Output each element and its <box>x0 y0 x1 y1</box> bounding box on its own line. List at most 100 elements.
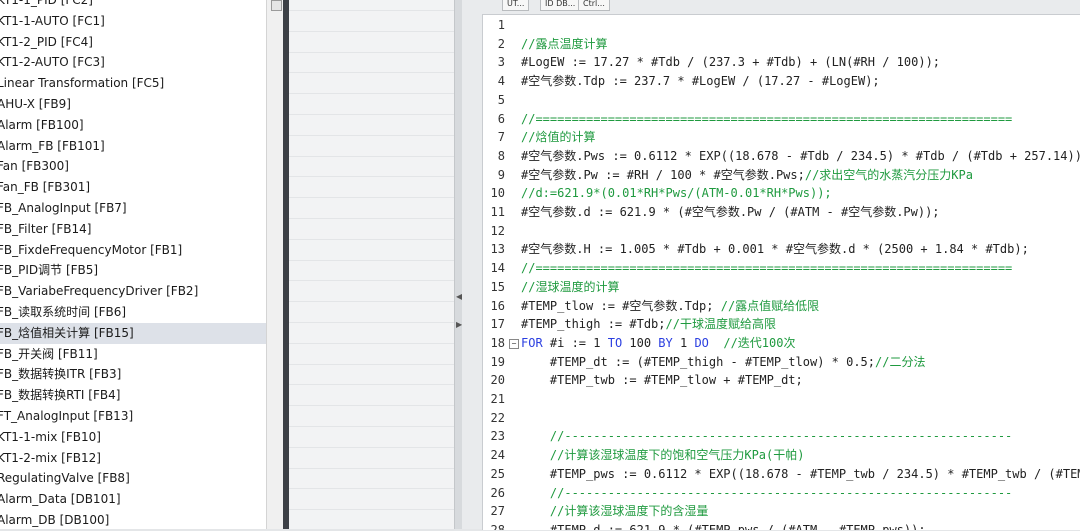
editor-tab[interactable]: UT... <box>502 0 530 11</box>
code-statement: #空气参数.d := 621.9 * (#空气参数.Pw / (#ATM - #… <box>521 205 940 219</box>
code-text: #TEMP_tlow := #空气参数.Tdp; //露点值赋给低限 <box>521 297 819 316</box>
code-comment: //--------------------------------------… <box>521 429 1013 444</box>
code-editor[interactable]: 1 2//露点温度计算 3 #LogEW := 17.27 * #Tdb / (237… <box>482 14 1080 530</box>
tree-item[interactable]: Fan [FB300] <box>0 156 266 177</box>
line-number: 15 <box>490 279 505 294</box>
line-number: 5 <box>497 92 505 107</box>
line-number: 7 <box>497 130 505 145</box>
code-text: #空气参数.H := 1.005 * #Tdb + 0.001 * #空气参数.… <box>521 240 1029 259</box>
code-comment: //焓值的计算 <box>521 130 596 145</box>
code-keyword: BY <box>658 335 673 350</box>
code-text: //d:=621.9*(0.01*RH*Pws/(ATM-0.01*RH*Pws… <box>521 184 832 203</box>
code-text: //======================================… <box>521 259 1012 278</box>
code-statement: #空气参数.Tdp := 237.7 * #LogEW / (17.27 - #… <box>521 74 880 89</box>
scroll-thumb[interactable] <box>271 0 282 11</box>
tree-item[interactable]: KT1-2-AUTO [FC3] <box>0 52 266 73</box>
tree-scrollbar[interactable] <box>266 0 284 529</box>
code-comment: //计算该湿球温度下的饱和空气压力KPa(干帕) <box>521 448 805 463</box>
line-number: 18 <box>490 335 505 350</box>
tree-item[interactable]: RegulatingValve [FB8] <box>0 468 266 489</box>
line-number: 25 <box>490 466 505 481</box>
code-text: //计算该湿球温度下的饱和空气压力KPa(干帕) <box>521 446 805 465</box>
editor-tab[interactable]: ID DB... <box>540 0 581 11</box>
line-number: 3 <box>497 55 505 70</box>
tree-item[interactable]: Fan_FB [FB301] <box>0 177 266 198</box>
code-statement: #LogEW := 17.27 * #Tdb / (237.3 + #Tdb) … <box>521 55 941 70</box>
tree-item[interactable]: FB_开关阀 [FB11] <box>0 344 266 365</box>
line-number: 2 <box>497 36 505 51</box>
code-text: #TEMP_thigh := #Tdb;//干球温度赋给高限 <box>521 315 776 334</box>
code-comment: //二分法 <box>875 354 926 369</box>
line-number: 6 <box>497 111 505 126</box>
line-number: 8 <box>497 148 505 163</box>
code-comment: //干球温度赋给高限 <box>665 317 776 332</box>
code-text: //焓值的计算 <box>521 128 595 147</box>
code-statement: #空气参数.Pw := #RH / 100 * #空气参数.Pws; <box>521 167 805 182</box>
code-statement: 1 <box>672 335 695 350</box>
code-text: #TEMP_pws := 0.6112 * EXP((18.678 - #TEM… <box>521 465 1080 484</box>
code-text: #空气参数.Tdp := 237.7 * #LogEW / (17.27 - #… <box>521 72 880 91</box>
tree-item[interactable]: Linear Transformation [FC5] <box>0 73 266 94</box>
code-text: //--------------------------------------… <box>521 484 1012 503</box>
code-statement: #TEMP_tlow := #空气参数.Tdp; <box>521 298 721 313</box>
code-text: //湿球温度的计算 <box>521 278 619 297</box>
tree-item[interactable]: FB_读取系统时间 [FB6] <box>0 302 266 323</box>
code-text: #LogEW := 17.27 * #Tdb / (237.3 + #Tdb) … <box>521 53 940 72</box>
code-text: #TEMP_twb := #TEMP_tlow + #TEMP_dt; <box>521 371 803 390</box>
project-tree: KT1-1_PID [FC2] KT1-1-AUTO [FC1] KT1-2_PID… <box>0 0 266 529</box>
line-number: 20 <box>490 373 505 388</box>
tree-item[interactable]: FB_AnalogInput [FB7] <box>0 198 266 219</box>
code-comment: //露点温度计算 <box>521 36 608 51</box>
tree-item[interactable]: AHU-X [FB9] <box>0 94 266 115</box>
tree-item[interactable]: FB_焓值相关计算 [FB15] <box>0 322 266 344</box>
line-number: 13 <box>490 242 505 257</box>
tree-item[interactable]: FB_FixdeFrequencyMotor [FB1] <box>0 240 266 261</box>
tree-item[interactable]: FB_PID调节 [FB5] <box>0 260 266 281</box>
tree-item[interactable]: FB_数据转换ITR [FB3] <box>0 364 266 385</box>
tree-item[interactable]: Alarm [FB100] <box>0 115 266 136</box>
code-text: //--------------------------------------… <box>521 427 1012 446</box>
tree-item[interactable]: FB_Filter [FB14] <box>0 219 266 240</box>
line-number: 21 <box>490 392 505 406</box>
code-text: //======================================… <box>521 110 1012 129</box>
tree-item[interactable]: Alarm_DB [DB100] <box>0 510 266 529</box>
code-comment: //======================================… <box>521 111 1013 126</box>
code-comment: //迭代100次 <box>708 335 796 350</box>
code-text: #空气参数.d := 621.9 * (#空气参数.Pw / (#ATM - #… <box>521 203 940 222</box>
code-text: #空气参数.Pws := 0.6112 * EXP((18.678 - #Tdb… <box>521 147 1080 166</box>
detail-panel <box>289 0 454 531</box>
line-number: 17 <box>490 317 505 332</box>
fold-toggle-icon[interactable]: − <box>509 338 519 349</box>
code-comment: //======================================… <box>521 261 1013 276</box>
tree-item[interactable]: FB_VariabeFrequencyDriver [FB2] <box>0 281 266 302</box>
line-number: 14 <box>490 261 505 276</box>
line-number: 27 <box>490 504 505 519</box>
line-number: 1 <box>497 18 505 32</box>
line-number: 9 <box>497 167 505 182</box>
tree-item[interactable]: Alarm_Data [DB101] <box>0 489 266 510</box>
tree-item[interactable]: FT_AnalogInput [FB13] <box>0 406 266 427</box>
code-text: //计算该湿球温度下的含湿量 <box>521 502 708 521</box>
line-number: 26 <box>490 485 505 500</box>
code-statement: #TEMP_dt := (#TEMP_thigh - #TEMP_tlow) *… <box>521 354 876 369</box>
code-text: #空气参数.Pw := #RH / 100 * #空气参数.Pws;//求出空气… <box>521 166 973 185</box>
editor-tab[interactable]: Ctrl... <box>578 0 610 11</box>
code-comment: //计算该湿球温度下的含湿量 <box>521 504 709 519</box>
code-statement: #空气参数.H := 1.005 * #Tdb + 0.001 * #空气参数.… <box>521 242 1029 257</box>
line-number: 11 <box>490 205 505 219</box>
line-number: 12 <box>490 223 505 238</box>
line-number: 22 <box>490 410 505 425</box>
tree-item[interactable]: KT1-1_PID [FC2] <box>0 0 266 11</box>
tree-item[interactable]: FB_数据转换RTI [FB4] <box>0 385 266 406</box>
code-statement: #i := 1 <box>542 335 608 350</box>
tree-item[interactable]: KT1-1-AUTO [FC1] <box>0 11 266 32</box>
code-text: //露点温度计算 <box>521 35 607 54</box>
tree-item[interactable]: KT1-2-mix [FB12] <box>0 448 266 469</box>
tree-item[interactable]: Alarm_FB [FB101] <box>0 136 266 157</box>
code-statement: #TEMP_thigh := #Tdb; <box>521 317 666 332</box>
code-keyword: DO <box>694 335 709 350</box>
code-keyword: TO <box>607 335 623 350</box>
code-statement: #TEMP_pws := 0.6112 * EXP((18.678 - #TEM… <box>521 466 1080 481</box>
tree-item[interactable]: KT1-1-mix [FB10] <box>0 427 266 448</box>
tree-item[interactable]: KT1-2_PID [FC4] <box>0 32 266 53</box>
